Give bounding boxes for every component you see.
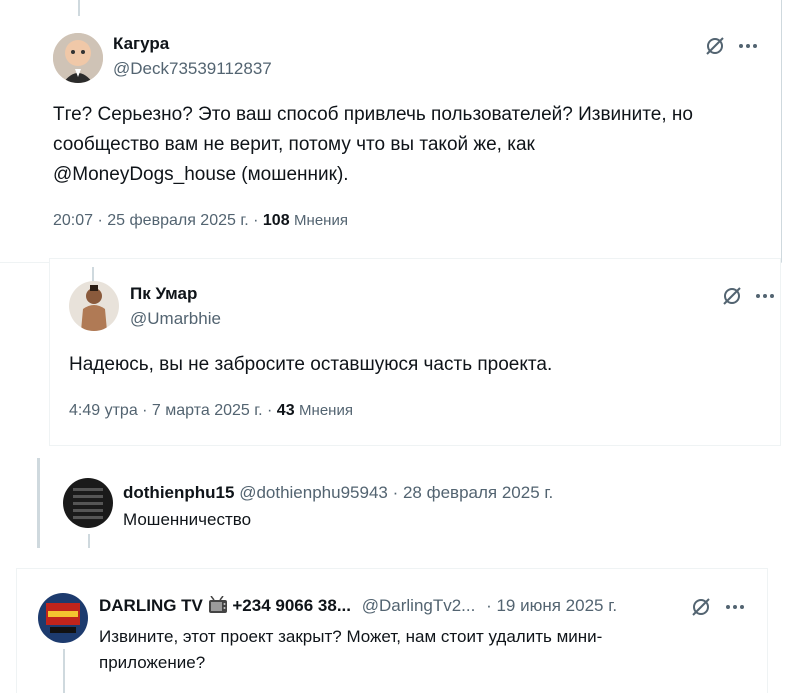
reply-text-line: приложение? (99, 653, 206, 672)
reply-date[interactable]: · 19 июня 2025 г. (486, 596, 617, 615)
views-label: Мнения (299, 402, 353, 419)
grok-icon[interactable] (704, 35, 726, 57)
tweet-text-line: Тге? Серьезно? Это ваш способ привлечь п… (53, 104, 693, 125)
author-handle[interactable]: @Deck73539112837 (113, 59, 272, 79)
tweet-text-line: @MoneyDogs_house (мошенник). (53, 164, 349, 185)
author-name[interactable]: Кагура (113, 34, 169, 54)
author-handle[interactable]: @Umarbhie (130, 309, 221, 329)
more-icon[interactable] (737, 35, 759, 57)
views-count: 108 (262, 212, 290, 229)
tweet-text: Надеюсь, вы не забросите оставшуюся част… (69, 354, 553, 375)
tweet-meta: 4:49 утра · 7 марта 2025 г. · 43 Мнения (69, 402, 353, 420)
avatar[interactable] (69, 281, 119, 331)
reply-date[interactable]: · 28 февраля 2025 г. (393, 483, 554, 502)
thread-connector-top (78, 0, 80, 16)
reply-header: dothienphu15 @dothienphu95943 · 28 февра… (123, 483, 553, 503)
reply-card-dothienphu: dothienphu15 @dothienphu95943 · 28 февра… (37, 458, 782, 548)
author-name[interactable]: dothienphu15 (123, 483, 234, 502)
avatar[interactable] (53, 33, 103, 83)
reply-text-line: Извините, этот проект закрыт? Может, нам… (99, 627, 603, 646)
tweet-text: Тге? Серьезно? Это ваш способ привлечь п… (53, 100, 773, 190)
avatar[interactable] (38, 593, 88, 643)
reply-text: Извините, этот проект закрыт? Может, нам… (99, 624, 739, 676)
more-icon[interactable] (754, 285, 776, 307)
author-name[interactable]: Пк Умар (130, 284, 197, 304)
avatar[interactable] (63, 478, 113, 528)
grok-icon[interactable] (690, 596, 712, 618)
reply-text: Мошенничество (123, 510, 252, 529)
more-icon[interactable] (724, 596, 746, 618)
author-name-extra[interactable]: +234 9066 38... (232, 596, 351, 615)
grok-icon[interactable] (721, 285, 743, 307)
timestamp[interactable]: 20:07 · 25 февраля 2025 г. · (53, 212, 263, 229)
reply-header: DARLING TV +234 9066 38... @DarlingTv2..… (99, 595, 617, 619)
views-label: Мнения (294, 212, 348, 229)
views-count: 43 (276, 402, 295, 419)
tweet-meta: 20:07 · 25 февраля 2025 г. · 108 Мнения (53, 212, 348, 230)
tweet-card-kagura: Кагура @Deck73539112837 Тге? Серьезно? Э… (0, 0, 782, 263)
tweet-card-umar: Пк Умар @Umarbhie Надеюсь, вы не заброси… (49, 258, 781, 446)
timestamp[interactable]: 4:49 утра · 7 марта 2025 г. · (69, 402, 277, 419)
author-handle[interactable]: @dothienphu95943 (239, 483, 388, 502)
reply-card-darling: DARLING TV +234 9066 38... @DarlingTv2..… (16, 568, 768, 693)
tweet-text-line: сообщество вам не верит, потому что вы т… (53, 134, 535, 155)
author-handle[interactable]: @DarlingTv2... (362, 596, 476, 615)
thread-connector (63, 649, 65, 693)
thread-connector (88, 534, 90, 548)
tv-emoji-icon (208, 595, 228, 619)
author-name[interactable]: DARLING TV (99, 596, 203, 615)
